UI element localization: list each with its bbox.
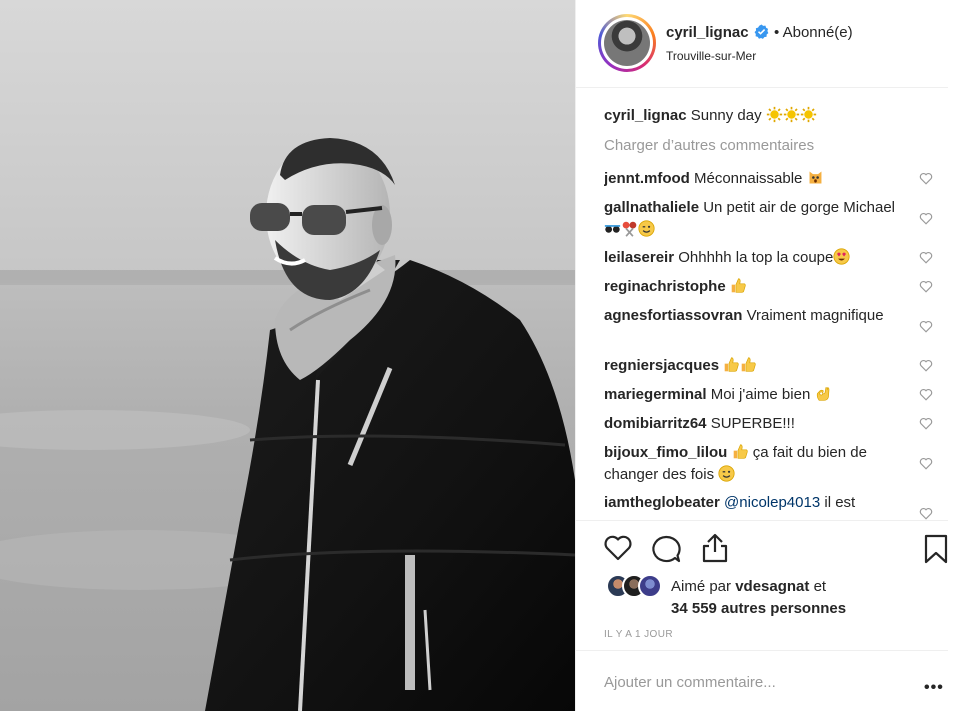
comment-username[interactable]: reginachristophe xyxy=(604,278,726,295)
scream-cat-emoji-icon xyxy=(809,171,822,184)
comment-like-heart-icon[interactable] xyxy=(919,507,933,520)
comment-like-heart-icon[interactable] xyxy=(919,251,933,264)
comment-like-heart-icon[interactable] xyxy=(919,280,933,293)
lollipop-emoji-icon xyxy=(622,221,637,237)
comment-username[interactable]: jennt.mfood xyxy=(604,170,690,187)
comment-like-heart-icon[interactable] xyxy=(919,212,933,225)
post-timestamp[interactable]: IL Y A 1 JOUR xyxy=(604,629,673,640)
post-header: cyril_lignac • Abonné(e) Trouville-sur-M… xyxy=(576,0,948,88)
thumbs-up-emoji-icon xyxy=(731,278,746,293)
likes-summary: Aimé par vdesagnat et 34 559 autres pers… xyxy=(671,576,941,620)
comment-item: leilasereir Ohhhhh la top la coupe xyxy=(604,247,904,269)
post-details-panel: cyril_lignac • Abonné(e) Trouville-sur-M… xyxy=(575,0,959,711)
caption-text: Sunny day xyxy=(690,107,762,124)
sun-emoji-icon xyxy=(783,106,799,123)
comment-username[interactable]: gallnathaliele xyxy=(604,199,699,216)
comment-username[interactable]: agnesfortiassovran xyxy=(604,307,742,324)
add-comment-bar: ••• xyxy=(576,650,948,711)
comment-text: Méconnaissable xyxy=(694,170,803,187)
caption-username[interactable]: cyril_lignac xyxy=(604,107,687,124)
thumbs-up-emoji-icon xyxy=(741,357,756,372)
likes-prefix: Aimé par xyxy=(671,578,732,595)
comments-list: cyril_lignac Sunny day Charger d’autres … xyxy=(604,100,948,520)
comment-item: domibiarritz64 SUPERBE!!! xyxy=(604,413,904,435)
verified-badge-icon xyxy=(754,24,769,39)
comment-item: bijoux_fimo_lilou ça fait du bien de cha… xyxy=(604,442,904,486)
comment-text: il est xyxy=(824,494,856,511)
comment-item: regniersjacques xyxy=(604,355,904,377)
comment-username[interactable]: mariegerminal xyxy=(604,386,707,403)
bookmark-icon[interactable] xyxy=(923,534,949,564)
load-more-comments-button[interactable]: Charger d’autres commentaires xyxy=(604,137,814,154)
comment-text: Vraiment magnifique xyxy=(746,307,884,324)
post-photo[interactable] xyxy=(0,0,575,711)
comment-like-heart-icon[interactable] xyxy=(919,417,933,430)
comment-item: agnesfortiassovran Vraiment magnifique xyxy=(604,305,904,327)
speech-bubble-icon[interactable] xyxy=(650,534,682,564)
comment-text: Moi j'aime bien xyxy=(710,386,811,403)
comment-item: mariegerminal Moi j'aime bien xyxy=(604,384,904,406)
sunglasses-emoji-icon xyxy=(604,225,621,233)
comment-username[interactable]: iamtheglobeater xyxy=(604,494,720,511)
thumbs-up-emoji-icon xyxy=(733,444,748,459)
comment-like-heart-icon[interactable] xyxy=(919,359,933,372)
comment-mention-link[interactable]: @nicolep4013 xyxy=(724,494,820,511)
likes-user-link[interactable]: vdesagnat xyxy=(735,578,809,595)
comment-item: iamtheglobeater @nicolep4013 il est xyxy=(604,492,904,514)
likes-suffix: et xyxy=(813,578,827,595)
avatar xyxy=(601,17,653,69)
avatar-image xyxy=(604,20,650,66)
comment-text: SUPERBE!!! xyxy=(710,415,795,432)
comment-username[interactable]: leilasereir xyxy=(604,249,674,266)
comment-item: jennt.mfood Méconnaissable xyxy=(604,168,904,190)
add-comment-input[interactable] xyxy=(604,674,904,691)
header-username[interactable]: cyril_lignac xyxy=(666,24,749,41)
comment-like-heart-icon[interactable] xyxy=(919,172,933,185)
avatar-story-ring[interactable] xyxy=(598,14,656,72)
follow-status[interactable]: • Abonné(e) xyxy=(774,24,853,41)
comment-username[interactable]: domibiarritz64 xyxy=(604,415,707,432)
comments-scrollbar[interactable] xyxy=(948,88,959,520)
post-caption: cyril_lignac Sunny day xyxy=(604,105,817,127)
comment-text: Ohhhhh la top la coupe xyxy=(678,249,834,266)
comment-username[interactable]: regniersjacques xyxy=(604,357,719,374)
post-location[interactable]: Trouville-sur-Mer xyxy=(666,49,756,63)
likes-others-link[interactable]: 34 559 autres personnes xyxy=(671,600,846,617)
comment-item: reginachristophe xyxy=(604,276,904,298)
thumbs-up-emoji-icon xyxy=(724,357,739,372)
comment-like-heart-icon[interactable] xyxy=(919,320,933,333)
wink-emoji-icon xyxy=(638,220,655,237)
comment-like-heart-icon[interactable] xyxy=(919,457,933,470)
heart-outline-icon[interactable] xyxy=(603,534,633,562)
sun-emoji-icon xyxy=(766,106,782,123)
heart-eyes-emoji-icon xyxy=(833,248,850,265)
actions-divider xyxy=(576,520,948,521)
ok-hand-emoji-icon xyxy=(817,387,830,401)
likers-avatars[interactable] xyxy=(606,574,670,600)
ellipsis-icon[interactable]: ••• xyxy=(924,679,944,697)
photo-content xyxy=(0,0,575,711)
liker-avatar xyxy=(638,574,662,598)
sun-emoji-icon xyxy=(800,106,816,123)
share-upload-icon[interactable] xyxy=(700,532,730,564)
comment-text: Un petit air de gorge Michael xyxy=(703,199,895,216)
wink-emoji-icon xyxy=(718,465,735,482)
comment-like-heart-icon[interactable] xyxy=(919,388,933,401)
comment-item: gallnathaliele Un petit air de gorge Mic… xyxy=(604,197,904,241)
comment-username[interactable]: bijoux_fimo_lilou xyxy=(604,444,727,461)
